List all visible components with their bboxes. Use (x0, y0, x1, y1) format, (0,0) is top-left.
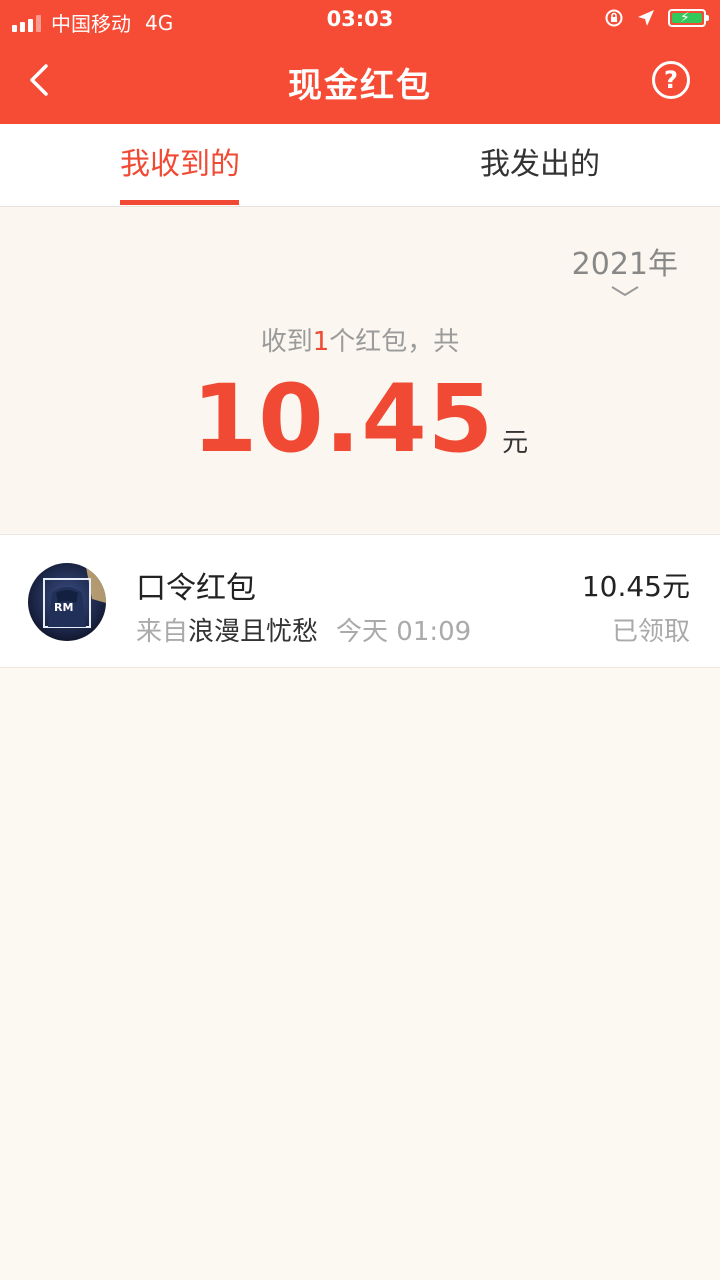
tab-active-indicator (120, 200, 239, 205)
chevron-down-icon (611, 286, 639, 297)
item-status: 已领取 (611, 617, 690, 647)
item-amount: 10.45元 (581, 570, 690, 603)
page-title: 现金红包 (288, 66, 432, 106)
app-header: 中国移动 4G 03:03 ⚡ 现金红包 ? (0, 0, 720, 124)
count-suffix: 个红包，共 (329, 327, 460, 357)
year-label: 2021年 (571, 247, 678, 282)
item-title: 口令红包 (136, 571, 256, 606)
battery-icon: ⚡ (668, 9, 709, 27)
count-prefix: 收到 (260, 327, 313, 357)
rotation-lock-icon (605, 9, 623, 27)
red-packet-list: RM 口令红包 来自浪漫且忧愁 今天 01:09 10.45元 已领取 (0, 534, 720, 668)
avatar: RM (28, 563, 106, 641)
status-bar: 中国移动 4G 03:03 ⚡ (0, 0, 720, 40)
amount-unit: 元 (502, 428, 529, 458)
sender-name: 浪漫且忧愁 (188, 617, 319, 647)
from-label: 来自 (136, 617, 189, 647)
help-button[interactable]: ? (652, 61, 690, 99)
count-number: 1 (312, 327, 330, 357)
summary-panel: 2021年 收到1个红包，共 10.45 元 (0, 207, 720, 533)
total-amount: 10.45 元 (0, 365, 720, 474)
location-arrow-icon (638, 10, 654, 26)
tab-bar: 我收到的 我发出的 (0, 124, 720, 207)
tab-sent[interactable]: 我发出的 (360, 124, 720, 206)
question-circle-icon: ? (664, 66, 678, 94)
item-time: 今天 01:09 (336, 617, 472, 647)
item-subtitle: 来自浪漫且忧愁 今天 01:09 (136, 611, 471, 648)
count-summary: 收到1个红包，共 (0, 321, 720, 358)
year-picker[interactable]: 2021年 (572, 239, 678, 302)
amount-value: 10.45 (191, 365, 495, 474)
status-right: ⚡ (604, 8, 709, 28)
svg-text:RM: RM (54, 601, 73, 614)
list-item[interactable]: RM 口令红包 来自浪漫且忧愁 今天 01:09 10.45元 已领取 (0, 535, 720, 667)
tab-received[interactable]: 我收到的 (0, 124, 360, 206)
